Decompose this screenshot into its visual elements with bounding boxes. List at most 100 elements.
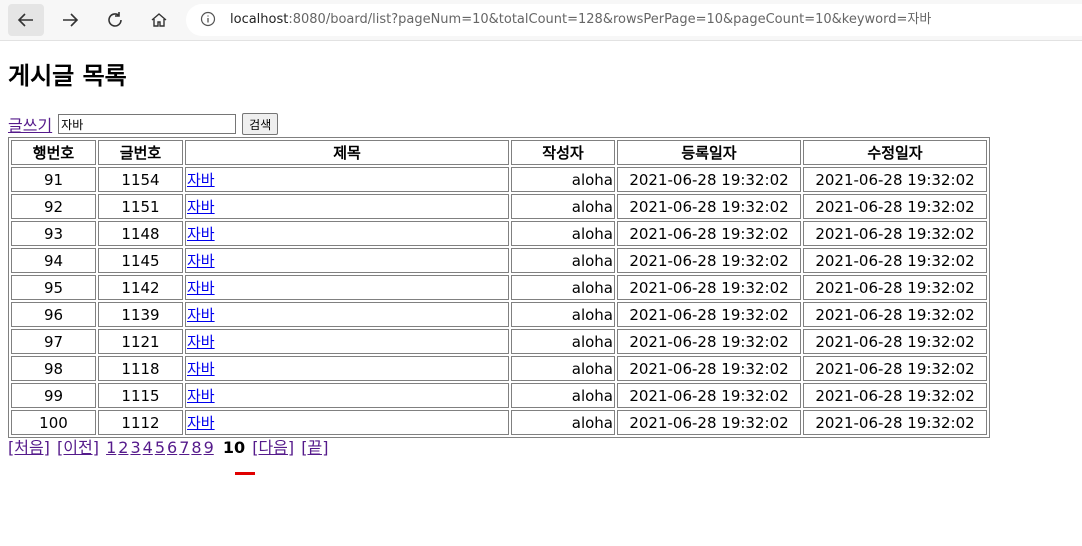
post-title-link[interactable]: 자바 xyxy=(187,414,215,432)
pagination: [처음] [이전] 123456789 10 [다음] [끝] xyxy=(8,438,330,458)
url-host: localhost xyxy=(230,12,289,27)
pager-page-link[interactable]: 1 xyxy=(106,438,116,457)
cell-created: 2021-06-28 19:32:02 xyxy=(617,356,801,381)
table-row: 91 1154 자바 aloha 2021-06-28 19:32:02 2021-06-… xyxy=(11,167,987,192)
cell-modified: 2021-06-28 19:32:02 xyxy=(803,383,987,408)
home-button[interactable] xyxy=(141,4,177,36)
cell-modified: 2021-06-28 19:32:02 xyxy=(803,302,987,327)
url-path: :8080/board/list?pageNum=10&totalCount=1… xyxy=(288,12,932,27)
browser-toolbar: localhost:8080/board/list?pageNum=10&tot… xyxy=(0,0,1082,41)
search-button[interactable]: 검색 xyxy=(242,113,279,135)
pager-prev[interactable]: [이전] xyxy=(57,438,99,457)
cell-post-no: 1112 xyxy=(98,410,183,435)
cell-title: 자바 xyxy=(185,302,509,327)
cell-row-no: 97 xyxy=(11,329,96,354)
pager-page-link[interactable]: 9 xyxy=(204,438,214,457)
cell-row-no: 98 xyxy=(11,356,96,381)
table-row: 95 1142 자바 aloha 2021-06-28 19:32:02 2021-06-… xyxy=(11,275,987,300)
table-row: 93 1148 자바 aloha 2021-06-28 19:32:02 2021-06-… xyxy=(11,221,987,246)
cell-row-no: 94 xyxy=(11,248,96,273)
pager-page-link[interactable]: 4 xyxy=(143,438,153,457)
cell-writer: aloha xyxy=(511,194,615,219)
cell-created: 2021-06-28 19:32:02 xyxy=(617,383,801,408)
pager-page-link[interactable]: 3 xyxy=(130,438,140,457)
url-text[interactable]: localhost:8080/board/list?pageNum=10&tot… xyxy=(230,4,931,36)
page-title: 게시글 목록 xyxy=(8,62,127,90)
forward-button[interactable] xyxy=(52,4,88,36)
cell-title: 자바 xyxy=(185,248,509,273)
header-post-no: 글번호 xyxy=(98,140,183,165)
write-link[interactable]: 글쓰기 xyxy=(8,112,52,136)
cell-post-no: 1121 xyxy=(98,329,183,354)
cell-writer: aloha xyxy=(511,410,615,435)
post-title-link[interactable]: 자바 xyxy=(187,252,215,270)
cell-post-no: 1145 xyxy=(98,248,183,273)
cell-modified: 2021-06-28 19:32:02 xyxy=(803,167,987,192)
search-input[interactable] xyxy=(58,114,237,134)
pager-next[interactable]: [다음] xyxy=(252,438,294,457)
cell-post-no: 1142 xyxy=(98,275,183,300)
cell-post-no: 1115 xyxy=(98,383,183,408)
pager-page-link[interactable]: 7 xyxy=(179,438,189,457)
arrow-right-icon xyxy=(63,13,79,27)
post-title-link[interactable]: 자바 xyxy=(187,171,215,189)
cell-row-no: 96 xyxy=(11,302,96,327)
post-title-link[interactable]: 자바 xyxy=(187,387,215,405)
pager-page-link[interactable]: 6 xyxy=(167,438,177,457)
cell-writer: aloha xyxy=(511,275,615,300)
cell-writer: aloha xyxy=(511,383,615,408)
table-row: 100 1112 자바 aloha 2021-06-28 19:32:02 2021-06… xyxy=(11,410,987,435)
arrow-left-icon xyxy=(17,13,33,27)
cell-created: 2021-06-28 19:32:02 xyxy=(617,167,801,192)
pager-first[interactable]: [처음] xyxy=(8,438,50,457)
home-icon xyxy=(151,13,167,27)
cell-title: 자바 xyxy=(185,356,509,381)
header-created: 등록일자 xyxy=(617,140,801,165)
cell-modified: 2021-06-28 19:32:02 xyxy=(803,356,987,381)
cell-created: 2021-06-28 19:32:02 xyxy=(617,329,801,354)
cell-title: 자바 xyxy=(185,194,509,219)
pager-page-link[interactable]: 5 xyxy=(155,438,165,457)
post-title-link[interactable]: 자바 xyxy=(187,225,215,243)
pager-current: 10 xyxy=(222,438,246,457)
cell-row-no: 100 xyxy=(11,410,96,435)
pager-last[interactable]: [끝] xyxy=(301,438,328,457)
header-modified: 수정일자 xyxy=(803,140,987,165)
search-row: 글쓰기 검색 xyxy=(8,112,279,136)
cell-row-no: 99 xyxy=(11,383,96,408)
cell-post-no: 1154 xyxy=(98,167,183,192)
cell-row-no: 95 xyxy=(11,275,96,300)
cell-writer: aloha xyxy=(511,356,615,381)
pager-page-link[interactable]: 2 xyxy=(118,438,128,457)
cell-created: 2021-06-28 19:32:02 xyxy=(617,275,801,300)
cell-modified: 2021-06-28 19:32:02 xyxy=(803,248,987,273)
post-title-link[interactable]: 자바 xyxy=(187,198,215,216)
cell-row-no: 93 xyxy=(11,221,96,246)
cell-writer: aloha xyxy=(511,221,615,246)
post-title-link[interactable]: 자바 xyxy=(187,279,215,297)
cell-modified: 2021-06-28 19:32:02 xyxy=(803,194,987,219)
cell-title: 자바 xyxy=(185,410,509,435)
cell-post-no: 1139 xyxy=(98,302,183,327)
back-button[interactable] xyxy=(8,4,44,36)
cell-created: 2021-06-28 19:32:02 xyxy=(617,194,801,219)
post-title-link[interactable]: 자바 xyxy=(187,333,215,351)
pager-page-link[interactable]: 8 xyxy=(191,438,201,457)
table-row: 99 1115 자바 aloha 2021-06-28 19:32:02 2021-06-… xyxy=(11,383,987,408)
cell-writer: aloha xyxy=(511,248,615,273)
refresh-button[interactable] xyxy=(97,4,133,36)
post-title-link[interactable]: 자바 xyxy=(187,360,215,378)
cell-writer: aloha xyxy=(511,167,615,192)
header-title: 제목 xyxy=(185,140,509,165)
cell-title: 자바 xyxy=(185,383,509,408)
table-row: 98 1118 자바 aloha 2021-06-28 19:32:02 2021-06-… xyxy=(11,356,987,381)
cell-created: 2021-06-28 19:32:02 xyxy=(617,410,801,435)
cell-title: 자바 xyxy=(185,167,509,192)
cell-modified: 2021-06-28 19:32:02 xyxy=(803,221,987,246)
table-header-row: 행번호 글번호 제목 작성자 등록일자 수정일자 xyxy=(11,140,987,165)
info-icon[interactable] xyxy=(200,11,216,27)
cell-post-no: 1118 xyxy=(98,356,183,381)
cell-post-no: 1148 xyxy=(98,221,183,246)
post-title-link[interactable]: 자바 xyxy=(187,306,215,324)
cell-modified: 2021-06-28 19:32:02 xyxy=(803,329,987,354)
